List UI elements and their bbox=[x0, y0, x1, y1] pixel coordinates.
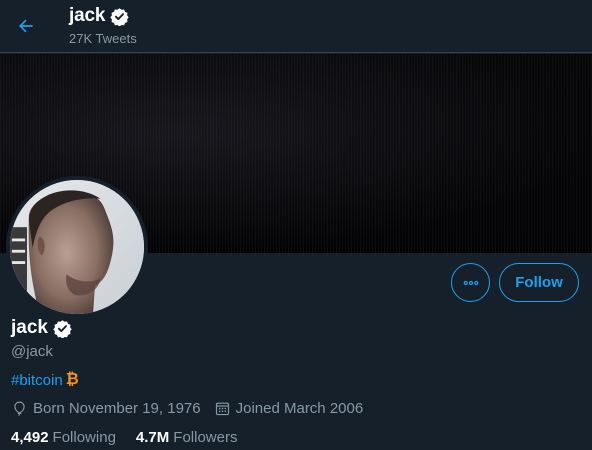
profile-meta: Born November 19, 1976 Joined March 2006 bbox=[11, 400, 376, 417]
follow-button[interactable]: Follow bbox=[499, 263, 579, 302]
header-name: jack bbox=[69, 5, 106, 26]
birthday-text: Born November 19, 1976 bbox=[33, 400, 201, 417]
profile-bio: #bitcoin ₿ bbox=[11, 371, 79, 389]
profile-page: jack 27K Tweets Follow jack @jack #bitco… bbox=[0, 0, 592, 450]
header-title: jack bbox=[69, 5, 129, 27]
calendar-icon bbox=[215, 402, 229, 416]
followers-link[interactable]: 4.7M Followers bbox=[136, 429, 238, 446]
more-dots-icon bbox=[463, 280, 478, 285]
followers-count: 4.7M bbox=[135, 429, 170, 446]
bitcoin-hashtag-link[interactable]: #bitcoin bbox=[11, 372, 63, 389]
joined-item: Joined March 2006 bbox=[214, 400, 364, 417]
profile-name: jack bbox=[11, 317, 72, 339]
profile-stats: 4,492 Following 4.7M Followers bbox=[11, 429, 257, 446]
joined-text: Joined March 2006 bbox=[235, 400, 364, 417]
avatar-photo bbox=[10, 180, 144, 314]
following-label: Following bbox=[52, 429, 116, 446]
avatar[interactable] bbox=[6, 176, 148, 318]
arrow-left-icon bbox=[19, 19, 33, 33]
verified-badge-icon bbox=[53, 319, 72, 338]
birthday-item: Born November 19, 1976 bbox=[11, 400, 201, 417]
followers-label: Followers bbox=[173, 429, 238, 446]
more-options-button[interactable] bbox=[451, 263, 490, 302]
display-name: jack bbox=[11, 317, 48, 338]
verified-badge-icon bbox=[110, 7, 129, 26]
bitcoin-symbol: ₿ bbox=[65, 371, 79, 388]
following-link[interactable]: 4,492 Following bbox=[11, 429, 116, 446]
top-header: jack 27K Tweets bbox=[0, 0, 592, 53]
balloon-icon bbox=[14, 401, 25, 417]
back-button[interactable] bbox=[10, 10, 42, 42]
profile-handle: @jack bbox=[11, 343, 53, 360]
tweet-count: 27K Tweets bbox=[69, 31, 137, 46]
following-count: 4,492 bbox=[11, 429, 49, 446]
